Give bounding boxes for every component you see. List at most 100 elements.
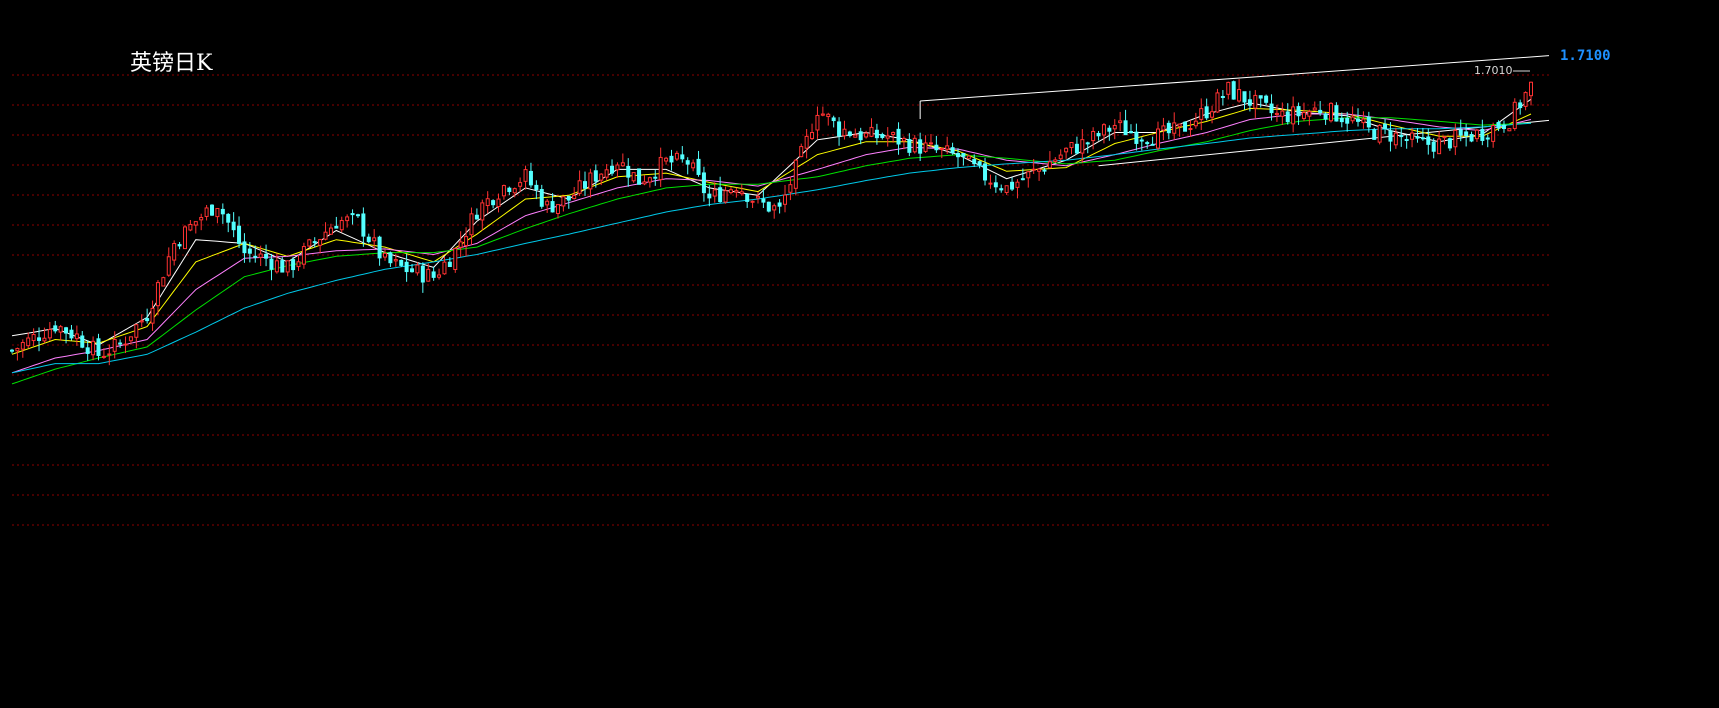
candle-down — [1258, 95, 1263, 99]
candle-up — [945, 145, 950, 150]
candle-up — [750, 200, 755, 203]
candle-down — [37, 337, 42, 341]
candle-up — [642, 181, 647, 185]
candle-down — [637, 168, 642, 185]
candle-up — [1512, 101, 1517, 129]
candle-up — [1156, 128, 1161, 149]
candle-up — [885, 135, 890, 139]
candle-down — [1150, 143, 1155, 146]
candle-down — [1518, 102, 1523, 109]
candle-down — [1020, 178, 1025, 181]
candle-up — [772, 205, 777, 211]
candle-down — [983, 163, 988, 181]
candle-down — [1123, 120, 1128, 136]
candle-down — [1399, 134, 1404, 138]
candle-up — [804, 135, 809, 149]
candle-down — [291, 259, 296, 271]
candle-down — [410, 268, 415, 273]
candle-down — [993, 182, 998, 188]
candle-up — [301, 246, 306, 265]
candle-up — [107, 353, 112, 356]
candle-up — [658, 156, 663, 181]
candle-down — [377, 236, 382, 259]
candle-down — [231, 221, 236, 231]
candle-down — [1231, 81, 1236, 100]
candle-up — [604, 169, 609, 178]
candle-down — [1096, 132, 1101, 137]
candle-up — [1047, 161, 1052, 169]
candle-down — [1264, 95, 1269, 103]
candle-up — [561, 196, 566, 207]
candle-down — [1042, 169, 1047, 172]
candle-up — [1280, 110, 1285, 117]
candle-down — [896, 128, 901, 145]
candle-up — [1377, 124, 1382, 143]
candle-down — [528, 170, 533, 186]
candle-up — [1053, 159, 1058, 162]
candle-down — [950, 147, 955, 154]
candle-up — [826, 113, 831, 118]
candle-up — [869, 126, 874, 137]
candle-down — [474, 214, 479, 220]
candle-up — [1301, 112, 1306, 119]
candle-down — [1469, 134, 1474, 142]
candle-down — [1464, 131, 1469, 137]
candle-down — [1134, 131, 1139, 144]
candle-up — [101, 355, 106, 358]
candle-down — [1220, 96, 1225, 99]
candle-up — [864, 132, 869, 138]
candle-down — [1166, 122, 1171, 134]
candle-down — [226, 213, 231, 223]
candle-down — [237, 225, 242, 244]
candle-down — [653, 176, 658, 179]
candle-down — [247, 248, 252, 254]
candle-down — [507, 187, 512, 192]
candle-up — [47, 328, 52, 339]
candle-up — [123, 343, 128, 346]
candle-down — [1345, 117, 1350, 124]
high-price-annotation: 1.7010 — [1474, 64, 1513, 77]
candle-up — [485, 198, 490, 207]
candle-up — [620, 162, 625, 167]
candle-down — [1107, 127, 1112, 132]
chart-background — [0, 0, 1719, 708]
candle-up — [393, 259, 398, 262]
candle-up — [1064, 147, 1069, 153]
candle-down — [210, 204, 215, 216]
candle-down — [269, 258, 274, 270]
candle-down — [1296, 106, 1301, 117]
candle-down — [1204, 106, 1209, 119]
candle-down — [1431, 141, 1436, 152]
candle-down — [366, 236, 371, 243]
candle-up — [810, 132, 815, 140]
candle-down — [1383, 123, 1388, 129]
candle-down — [918, 139, 923, 154]
candle-up — [1442, 136, 1447, 139]
candle-up — [91, 340, 96, 356]
candle-up — [1026, 171, 1031, 179]
candle-up — [469, 213, 474, 236]
candle-up — [912, 137, 917, 153]
candle-up — [339, 220, 344, 231]
candle-up — [1328, 102, 1333, 122]
candle-down — [1010, 181, 1015, 190]
candle-down — [334, 225, 339, 229]
candle-down — [145, 318, 150, 322]
candle-down — [253, 255, 258, 258]
candle-down — [685, 160, 690, 165]
candle-down — [420, 265, 425, 283]
candle-down — [831, 117, 836, 122]
candle-up — [1274, 112, 1279, 116]
candle-up — [572, 195, 577, 200]
candle-down — [1285, 111, 1290, 123]
candle-down — [999, 188, 1004, 191]
candle-down — [80, 335, 85, 348]
candle-down — [626, 165, 631, 178]
candle-down — [1447, 138, 1452, 149]
candle-down — [1501, 124, 1506, 130]
candle-down — [53, 325, 58, 332]
candle-down — [1420, 137, 1425, 140]
candle-up — [215, 208, 220, 218]
candle-up — [1237, 89, 1242, 102]
candle-down — [837, 121, 842, 137]
